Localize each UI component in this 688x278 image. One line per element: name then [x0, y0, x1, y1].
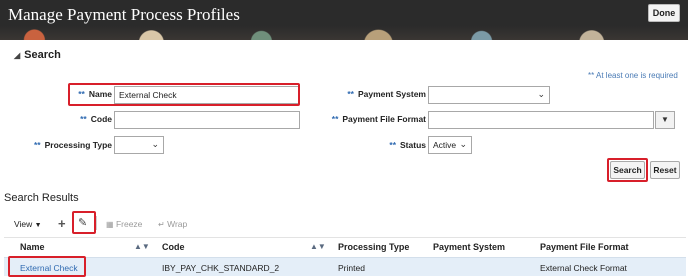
- status-label-text: Status: [400, 140, 426, 150]
- view-menu[interactable]: View ▼: [14, 219, 42, 229]
- chevron-down-icon: ⌄: [151, 139, 159, 149]
- reset-button[interactable]: Reset: [650, 161, 680, 179]
- table-row[interactable]: External Check IBY_PAY_CHK_STANDARD_2 Pr…: [4, 257, 686, 276]
- column-header-processing-type[interactable]: Processing Type: [338, 242, 409, 252]
- header-decoration: [0, 26, 688, 40]
- required-stars: **: [347, 89, 354, 99]
- toolbar-separator: [96, 216, 97, 230]
- sort-icon[interactable]: ▲▼: [134, 242, 150, 251]
- required-stars: **: [80, 114, 87, 124]
- status-label: ** Status: [370, 140, 426, 150]
- lov-dropdown-icon[interactable]: ▼: [655, 111, 675, 129]
- name-input[interactable]: External Check: [114, 86, 299, 104]
- freeze-label: Freeze: [115, 219, 143, 229]
- chevron-down-icon: ▼: [34, 222, 42, 229]
- required-stars: **: [78, 89, 85, 99]
- wrap-button[interactable]: ↵ Wrap: [158, 219, 187, 229]
- page-header: Manage Payment Process Profiles Done: [0, 0, 688, 40]
- freeze-button[interactable]: ▦ Freeze: [106, 219, 142, 229]
- search-section-title: Search: [24, 49, 61, 61]
- chevron-down-icon: ⌄: [459, 139, 467, 149]
- required-stars: **: [331, 114, 339, 124]
- name-label-text: Name: [88, 89, 112, 99]
- column-header-name[interactable]: Name: [20, 242, 45, 252]
- name-cell-link[interactable]: External Check: [20, 263, 78, 273]
- add-icon[interactable]: +: [58, 216, 66, 231]
- done-button[interactable]: Done: [648, 4, 680, 22]
- processing-type-label: ** Processing Type: [20, 140, 112, 150]
- required-stars: **: [33, 140, 41, 150]
- column-header-payment-file-format[interactable]: Payment File Format: [540, 242, 629, 252]
- payment-file-format-cell: External Check Format: [540, 263, 627, 273]
- required-note: ** At least one is required: [588, 71, 678, 80]
- column-header-payment-system[interactable]: Payment System: [433, 242, 505, 252]
- processing-type-label-text: Processing Type: [44, 140, 112, 150]
- processing-type-cell: Printed: [338, 263, 365, 273]
- search-section-header[interactable]: ◢ Search: [14, 49, 61, 61]
- payment-system-label: ** Payment System: [330, 89, 426, 99]
- column-header-code[interactable]: Code: [162, 242, 185, 252]
- status-value: Active: [433, 140, 457, 150]
- required-stars: **: [389, 140, 397, 150]
- search-button[interactable]: Search: [610, 161, 645, 179]
- chevron-down-icon: ⌄: [537, 89, 545, 99]
- payment-file-format-input[interactable]: [428, 111, 654, 129]
- code-label-text: Code: [90, 114, 112, 124]
- payment-system-label-text: Payment System: [357, 89, 426, 99]
- status-select[interactable]: Active ⌄: [428, 136, 472, 154]
- payment-system-select[interactable]: ⌄: [428, 86, 550, 104]
- view-menu-label: View: [14, 219, 33, 229]
- code-cell: IBY_PAY_CHK_STANDARD_2: [162, 263, 280, 273]
- search-results-title: Search Results: [4, 192, 79, 204]
- page-title: Manage Payment Process Profiles: [8, 5, 240, 24]
- code-input[interactable]: [114, 111, 300, 129]
- payment-file-format-label: ** Payment File Format: [320, 114, 426, 124]
- wrap-label: Wrap: [167, 219, 188, 229]
- edit-pencil-icon[interactable]: ✎: [78, 216, 87, 229]
- freeze-icon: ▦: [106, 220, 114, 229]
- results-table-header: Name ▲▼ Code ▲▼ Processing Type Payment …: [4, 237, 686, 255]
- sort-icon[interactable]: ▲▼: [310, 242, 326, 251]
- code-label: ** Code: [70, 114, 112, 124]
- collapse-triangle-icon[interactable]: ◢: [14, 51, 20, 60]
- payment-file-format-label-text: Payment File Format: [342, 114, 426, 124]
- wrap-icon: ↵: [158, 220, 165, 229]
- processing-type-select[interactable]: ⌄: [114, 136, 164, 154]
- name-label: ** Name: [70, 89, 112, 99]
